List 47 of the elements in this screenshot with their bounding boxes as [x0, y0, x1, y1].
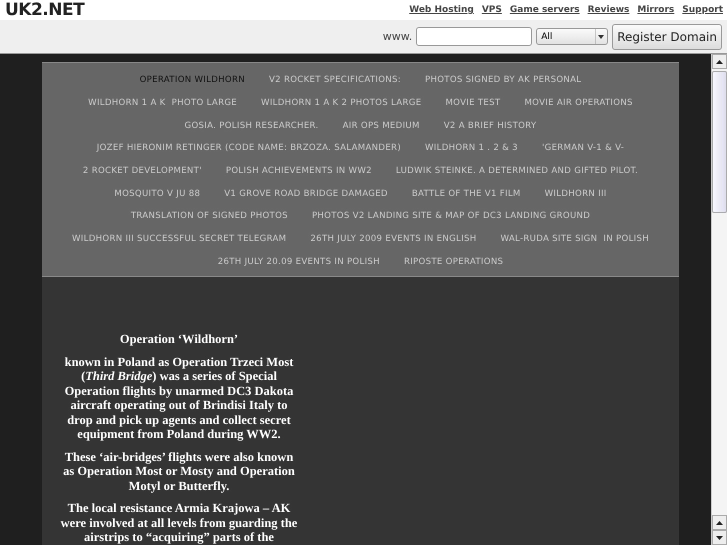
header-link[interactable]: Reviews — [588, 5, 630, 15]
nav-link[interactable]: AIR OPS MEDIUM — [342, 120, 420, 131]
nav-link[interactable]: PHOTOS SIGNED BY AK PERSONAL — [424, 75, 582, 86]
scroll-thumb[interactable] — [712, 71, 727, 213]
nav-link[interactable]: WILDHORN 1 A K PHOTO LARGE — [88, 98, 238, 108]
nav-link[interactable]: 'GERMAN V-1 & V- — [542, 143, 624, 154]
header-link[interactable]: Mirrors — [637, 5, 674, 15]
nav-link[interactable]: POLISH ACHIEVEMENTS IN WW2 — [226, 166, 372, 176]
header-link[interactable]: VPS — [482, 5, 502, 15]
nav-link[interactable]: 26TH JULY 20.09 EVENTS IN POLISH — [218, 256, 380, 267]
header-link[interactable]: Game servers — [510, 5, 580, 15]
nav-link[interactable]: OPERATION WILDHORN — [140, 75, 245, 86]
article-paragraph: known in Poland as Operation Trzeci Most (Third Bridge) was a series of Special Operation flights by unarmed DC3 Dakota aircraft operating out of Brindisi Italy to drop and pick up agents and collect secret equipment from Poland during WW2. — [64, 354, 294, 442]
nav-link[interactable]: V1 GROVE ROAD BRIDGE DAMAGED — [224, 188, 388, 199]
nav-link[interactable]: BATTLE OF THE V1 FILM — [412, 188, 521, 199]
scroll-up-icon[interactable] — [712, 515, 727, 530]
tld-select[interactable]: All — [536, 28, 608, 45]
nav-link[interactable]: LUDWIK STEINKE. A DETERMINED AND GIFTED PILOT. — [396, 166, 638, 176]
nav-link[interactable]: MOSQUITO V JU 88 — [114, 188, 200, 199]
nav-link[interactable]: MOVIE TEST — [445, 98, 500, 108]
nav-link[interactable]: WILDHORN 1 A K 2 PHOTOS LARGE — [261, 98, 422, 108]
article-paragraph: These ‘air-bridges’ flights were also known as Operation Most or Mosty and Operation Motyl or Butterfly. — [62, 450, 296, 494]
nav-link[interactable]: WILDHORN 1 . 2 & 3 — [424, 143, 518, 154]
nav-link[interactable]: WAL-RUDA SITE SIGN IN POLISH — [500, 234, 650, 244]
scroll-up-icon[interactable] — [712, 54, 727, 69]
scrollbar[interactable] — [711, 54, 727, 545]
header-link[interactable]: Support — [682, 5, 723, 15]
nav-link[interactable]: GOSIA. POLISH RESEARCHER. — [184, 120, 319, 131]
header-link[interactable]: Web Hosting — [409, 5, 474, 15]
nav-link[interactable]: TRANSLATION OF SIGNED PHOTOS — [130, 211, 288, 222]
nav-link[interactable]: WILDHORN III — [544, 188, 607, 199]
nav-link[interactable]: 26TH JULY 2009 EVENTS IN ENGLISH — [310, 234, 476, 244]
article-paragraph: The local resistance Armia Krajowa – AK were involved at all levels from guarding the airstrips to “acquiring” parts of the — [60, 501, 298, 545]
register-domain-button[interactable]: Register Domain — [612, 24, 722, 50]
scroll-down-icon[interactable] — [712, 530, 727, 545]
nav-link[interactable]: 2 ROCKET DEVELOPMENT' — [82, 166, 202, 176]
www-label: www. — [382, 30, 412, 43]
domain-input[interactable] — [416, 27, 532, 46]
nav-link[interactable]: JOZEF HIERONIM RETINGER (CODE NAME: BRZOZA. SALAMANDER) — [96, 143, 401, 154]
article-title: Operation ‘Wildhorn’ — [118, 332, 240, 347]
nav-link[interactable]: V2 ROCKET SPECIFICATIONS: — [268, 75, 401, 86]
nav-link[interactable]: WILDHORN III SUCCESSFUL SECRET TELEGRAM — [72, 234, 286, 244]
nav-link[interactable]: V2 A BRIEF HISTORY — [444, 120, 536, 131]
nav-link[interactable]: MOVIE AIR OPERATIONS — [524, 98, 633, 108]
nav-link[interactable]: RIPOSTE OPERATIONS — [404, 256, 504, 267]
nav-link[interactable]: PHOTOS V2 LANDING SITE & MAP OF DC3 LANDING GROUND — [312, 211, 590, 222]
site-logo[interactable]: UK2.NET — [5, 0, 84, 20]
